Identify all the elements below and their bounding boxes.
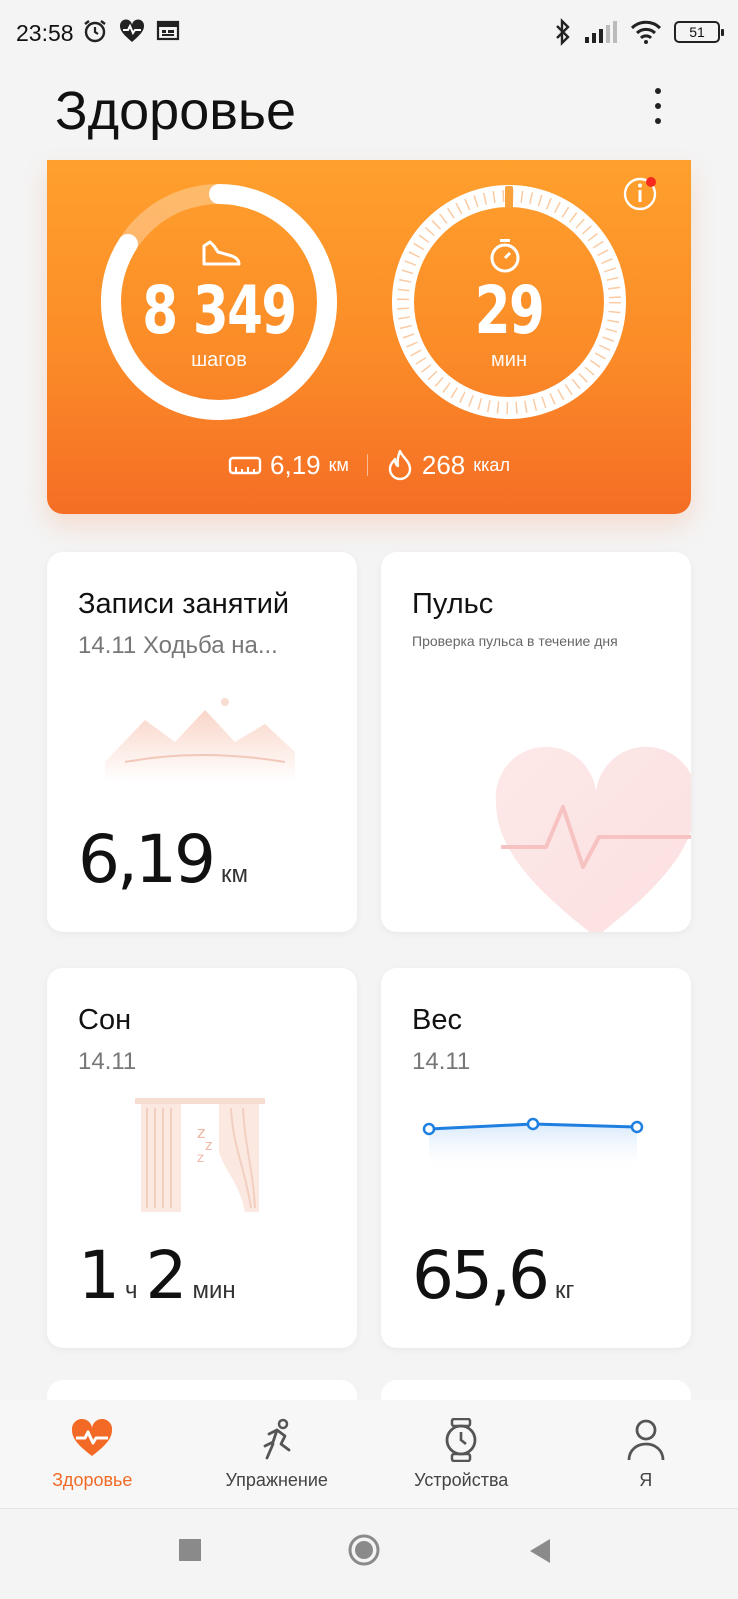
- weight-point: [422, 1122, 436, 1136]
- pulse-description: Проверка пульса в течение дня: [412, 633, 618, 649]
- home-icon[interactable]: [348, 1534, 380, 1566]
- svg-text:z: z: [205, 1138, 212, 1154]
- person-icon: [627, 1419, 665, 1461]
- more-dot-icon: [655, 118, 661, 124]
- calories-value: 268: [421, 449, 466, 480]
- sleep-hours-unit: ч: [125, 1277, 138, 1304]
- weight-tile[interactable]: Вес 14.11 65,6 кг: [381, 968, 691, 1348]
- sleep-title: Сон: [78, 1004, 132, 1036]
- watch-icon: [445, 1418, 477, 1462]
- nav-label-exercise: Упражнение: [225, 1470, 328, 1490]
- nav-label-health: Здоровье: [52, 1470, 133, 1490]
- records-value-row: 6,19 км: [78, 821, 256, 898]
- nav-item-health[interactable]: Здоровье: [0, 1400, 185, 1508]
- bottom-nav: Здоровье Упражнение Устройства Я: [0, 1400, 738, 1509]
- weight-value: 65,6: [412, 1237, 550, 1314]
- sleep-subtitle: 14.11: [78, 1048, 137, 1075]
- distance-value: 6,19: [270, 449, 321, 480]
- nav-item-exercise[interactable]: Упражнение: [185, 1400, 370, 1508]
- minutes-unit: мин: [491, 349, 527, 371]
- records-value: 6,19: [78, 821, 216, 898]
- weight-title: Вес: [412, 1004, 462, 1036]
- records-tile[interactable]: Записи занятий 14.11 Ходьба на... 6,19 к…: [47, 552, 357, 932]
- flame-icon: [388, 449, 412, 481]
- sleep-hours: 1: [78, 1237, 120, 1314]
- heart-pulse-icon: [72, 1418, 113, 1456]
- shoe-icon: [202, 240, 241, 266]
- sleep-minutes-unit: мин: [192, 1277, 236, 1304]
- signal-icon: [585, 21, 617, 43]
- records-subtitle: 14.11 Ходьба на...: [78, 632, 278, 659]
- runner-icon: [263, 1418, 291, 1460]
- nav-item-me[interactable]: Я: [554, 1400, 738, 1508]
- nav-label-devices: Устройства: [414, 1470, 509, 1490]
- alarm-icon: [84, 20, 106, 43]
- back-icon[interactable]: [528, 1538, 552, 1564]
- heart-illustration-icon: [495, 746, 691, 932]
- weight-trend-chart: [422, 1117, 644, 1173]
- recent-apps-icon[interactable]: [178, 1538, 202, 1562]
- weight-point: [526, 1117, 540, 1131]
- curtain-illustration-icon: z z z: [135, 1098, 265, 1212]
- steps-unit: шагов: [191, 349, 247, 371]
- calories-unit: ккал: [473, 454, 510, 475]
- mountains-illustration-icon: [105, 698, 295, 782]
- weight-unit: кг: [554, 1277, 575, 1304]
- activity-stats: 6,19 км 268 ккал: [47, 449, 691, 481]
- activity-card[interactable]: 8 349 шагов 29 мин 6,19 км 268 ккал: [47, 160, 691, 514]
- weight-subtitle: 14.11: [412, 1048, 471, 1075]
- sleep-minutes: 2: [145, 1237, 188, 1314]
- system-nav-bar: [0, 1510, 738, 1599]
- ruler-icon: [228, 456, 262, 475]
- records-unit: км: [220, 861, 248, 888]
- nav-item-devices[interactable]: Устройства: [369, 1400, 554, 1508]
- stats-divider: [366, 454, 368, 476]
- wifi-icon: [630, 20, 662, 44]
- sleep-value-row: 1 ч 2 мин: [78, 1237, 244, 1314]
- page-title: Здоровье: [55, 81, 297, 141]
- pulse-title: Пульс: [412, 588, 494, 620]
- minutes-value: 29: [474, 272, 545, 349]
- stopwatch-icon: [490, 239, 520, 273]
- health-icon: [119, 19, 145, 42]
- status-bar: 23:58 51: [0, 0, 738, 70]
- battery-indicator: 51: [674, 21, 724, 43]
- weight-value-row: 65,6 кг: [412, 1237, 582, 1314]
- more-dot-icon: [655, 103, 661, 109]
- sleep-tile[interactable]: Сон 14.11 z z z 1 ч 2 мин: [47, 968, 357, 1348]
- calories-stat: 268 ккал: [386, 449, 510, 481]
- pulse-tile[interactable]: Пульс Проверка пульса в течение дня: [381, 552, 691, 932]
- distance-unit: км: [328, 454, 349, 475]
- distance-stat: 6,19 км: [228, 450, 349, 481]
- records-title: Записи занятий: [78, 588, 290, 620]
- bluetooth-icon: [556, 18, 570, 46]
- calendar-icon: [156, 20, 180, 41]
- more-options-button[interactable]: [652, 88, 664, 132]
- status-time: 23:58: [16, 20, 74, 46]
- svg-text:z: z: [197, 1151, 204, 1166]
- weight-point: [630, 1120, 644, 1134]
- more-dot-icon: [655, 88, 661, 94]
- steps-value: 8 349: [142, 272, 297, 349]
- nav-label-me: Я: [639, 1470, 653, 1490]
